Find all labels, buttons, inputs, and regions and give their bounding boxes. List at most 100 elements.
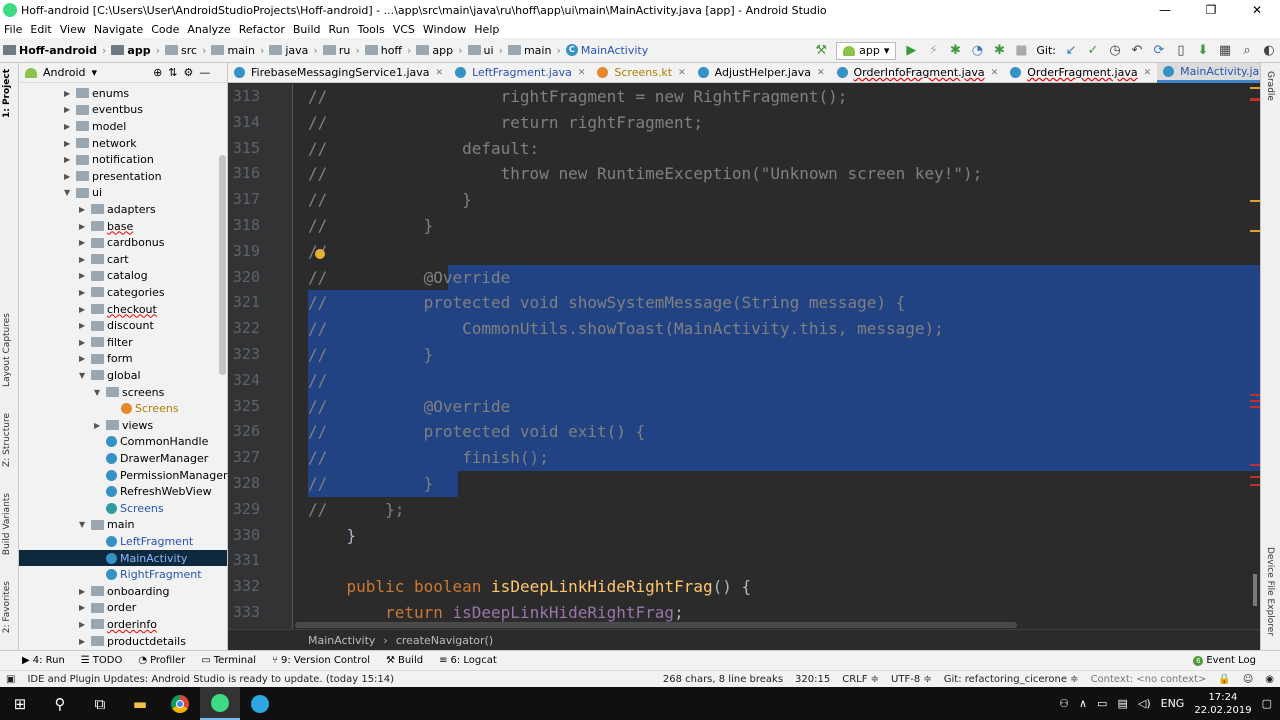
chevron-right-icon[interactable]: ▶ (64, 122, 76, 131)
code-area[interactable]: // rightFragment = new RightFragment(); /… (308, 84, 1260, 629)
tool-window-todo[interactable]: ☰ TODO (73, 655, 131, 666)
tool-window-9-version-control[interactable]: ⑂ 9: Version Control (264, 655, 378, 666)
chevron-right-icon[interactable]: ▶ (64, 155, 76, 164)
tree-item-cardbonus[interactable]: ▶ cardbonus (79, 234, 165, 251)
close-tab-icon[interactable]: ✕ (817, 68, 825, 78)
tree-item-onboarding[interactable]: ▶ onboarding (79, 583, 169, 600)
tab-screens-kt[interactable]: Screens.kt ✕ (591, 63, 691, 83)
breadcrumb-method[interactable]: createNavigator() (396, 634, 493, 647)
history-icon[interactable]: ◷ (1108, 43, 1122, 58)
tree-item-network[interactable]: ▶ network (64, 135, 137, 152)
tree-item-cart[interactable]: ▶ cart (79, 251, 129, 268)
menu-view[interactable]: View (56, 23, 90, 36)
chevron-right-icon[interactable]: ▶ (79, 222, 91, 231)
hide-icon[interactable]: — (199, 66, 210, 79)
chevron-down-icon[interactable]: ▼ (64, 188, 76, 197)
tree-item-discount[interactable]: ▶ discount (79, 317, 154, 334)
chevron-right-icon[interactable]: ▶ (79, 354, 91, 363)
error-stripe[interactable] (1250, 84, 1260, 629)
structure-tool-button[interactable]: Z: Structure (2, 413, 12, 467)
code-line[interactable]: // } (308, 471, 433, 497)
attach-debugger-icon[interactable]: ✱ (992, 43, 1006, 58)
menu-run[interactable]: Run (325, 23, 354, 36)
tree-item-adapters[interactable]: ▶ adapters (79, 201, 156, 218)
menu-build[interactable]: Build (289, 23, 325, 36)
action-center-icon[interactable]: ▢ (1262, 697, 1272, 710)
tree-item-screens[interactable]: Screens (109, 400, 179, 417)
chevron-right-icon[interactable]: ▶ (79, 603, 91, 612)
code-line[interactable]: // }; (308, 497, 404, 523)
tree-item-permissionmanager[interactable]: PermissionManager (94, 467, 228, 484)
menu-refactor[interactable]: Refactor (235, 23, 289, 36)
close-tab-icon[interactable]: ✕ (678, 68, 686, 78)
task-view-icon[interactable]: ⧉ (80, 687, 120, 720)
git-commit-icon[interactable]: ✓ (1086, 43, 1100, 58)
chevron-right-icon[interactable]: ▶ (79, 587, 91, 596)
network-icon[interactable]: ▤ (1117, 697, 1127, 710)
chevron-right-icon[interactable]: ▶ (79, 338, 91, 347)
run-config-select[interactable]: app ▾ (836, 41, 897, 60)
people-icon[interactable]: ⚇ (1059, 697, 1069, 710)
status-message[interactable]: IDE and Plugin Updates: Android Studio i… (21, 674, 656, 685)
search-icon[interactable]: ⌕ (1240, 43, 1254, 58)
collapse-icon[interactable]: ⇅ (168, 66, 177, 79)
layout-captures-tool-button[interactable]: Layout Captures (2, 313, 12, 387)
tree-item-base[interactable]: ▶ base (79, 218, 133, 235)
status-toggle-icon[interactable]: ▣ (0, 674, 21, 685)
tab-leftfragment-java[interactable]: LeftFragment.java ✕ (449, 63, 591, 83)
volume-icon[interactable]: ◁) (1138, 697, 1151, 710)
start-icon[interactable]: ⊞ (0, 687, 40, 720)
build-variants-tool-button[interactable]: Build Variants (2, 493, 12, 555)
crumb-item[interactable]: src (162, 44, 200, 57)
gradle-tool-button[interactable]: Gradle (1265, 71, 1275, 101)
tree-item-notification[interactable]: ▶ notification (64, 151, 154, 168)
crumb-item[interactable]: java (266, 44, 311, 57)
menu-window[interactable]: Window (419, 23, 470, 36)
menu-analyze[interactable]: Analyze (183, 23, 234, 36)
crumb-item[interactable]: app (108, 44, 153, 57)
project-tool-button[interactable]: 1: Project (2, 69, 12, 118)
event-log-button[interactable]: 6 Event Log (1193, 655, 1280, 666)
menu-tools[interactable]: Tools (354, 23, 389, 36)
chevron-down-icon[interactable]: ▾ (92, 66, 98, 79)
telegram-icon[interactable] (240, 687, 280, 720)
git-update-icon[interactable]: ↙ (1064, 43, 1078, 58)
minimize-button[interactable]: — (1142, 0, 1188, 20)
project-structure-icon[interactable]: ▦ (1218, 43, 1232, 58)
chevron-right-icon[interactable]: ▶ (64, 89, 76, 98)
close-tab-icon[interactable]: ✕ (991, 68, 999, 78)
tree-item-screens[interactable]: Screens (94, 500, 164, 517)
menu-vcs[interactable]: VCS (389, 23, 419, 36)
android-studio-task-icon[interactable] (200, 687, 240, 720)
code-editor[interactable]: 313 314 315 316 317 318 319 320 321 322 323 324 325 3… (228, 84, 1260, 629)
profile-icon[interactable]: ◔ (970, 43, 984, 58)
tree-item-eventbus[interactable]: ▶ eventbus (64, 102, 143, 119)
code-line[interactable]: // finish(); (308, 445, 549, 471)
file-explorer-icon[interactable]: ▬ (120, 687, 160, 720)
profile-avatar-icon[interactable]: ◐ (1262, 43, 1276, 58)
close-tab-icon[interactable]: ✕ (578, 68, 586, 78)
code-line[interactable]: // @Override (308, 394, 510, 420)
tab-adjusthelper-java[interactable]: AdjustHelper.java ✕ (692, 63, 831, 83)
crumb-item[interactable]: app (413, 44, 456, 57)
crumb-item[interactable]: hoff (362, 44, 405, 57)
chevron-right-icon[interactable]: ▶ (79, 271, 91, 280)
code-line[interactable]: // } (308, 187, 472, 213)
notifications-icon[interactable]: ◉ (1259, 674, 1280, 685)
code-line[interactable]: // (308, 368, 327, 394)
tree-item-mainactivity[interactable]: MainActivity (19, 549, 227, 567)
tree-item-catalog[interactable]: ▶ catalog (79, 268, 148, 285)
tree-item-enums[interactable]: ▶ enums (64, 85, 129, 102)
chevron-up-icon[interactable]: ∧ (1079, 697, 1087, 710)
close-tab-icon[interactable]: ✕ (1144, 68, 1152, 78)
apply-changes-icon[interactable]: ⚡ (926, 43, 940, 58)
chevron-down-icon[interactable]: ▼ (79, 520, 91, 529)
sdk-manager-icon[interactable]: ⬇ (1196, 43, 1210, 58)
tool-window-profiler[interactable]: ◔ Profiler (130, 655, 193, 666)
crumb-item[interactable]: main (505, 44, 554, 57)
code-line[interactable]: // rightFragment = new RightFragment(); (308, 84, 847, 110)
revert-icon[interactable]: ↶ (1130, 43, 1144, 58)
chevron-right-icon[interactable]: ▶ (64, 172, 76, 181)
breadcrumb-class[interactable]: MainActivity (308, 634, 375, 647)
tree-item-order[interactable]: ▶ order (79, 600, 136, 617)
